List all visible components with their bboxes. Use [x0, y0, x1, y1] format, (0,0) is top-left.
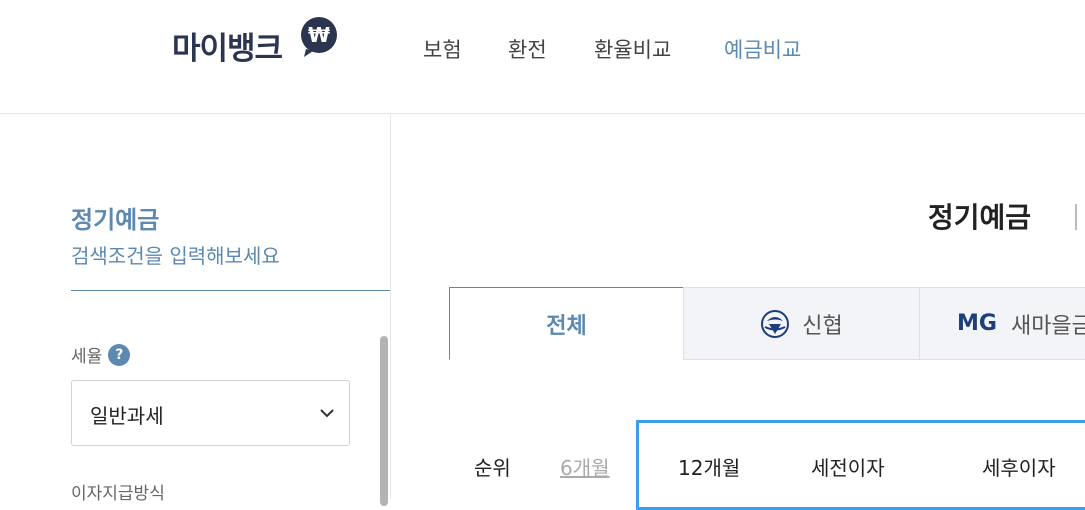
results-header: 순위 6개월 12개월 세전이자 세후이자 [0, 420, 1085, 510]
won-badge-icon: ₩ [301, 17, 337, 57]
bank-tabs: 전체 신협 MG 새마을금 [449, 287, 1085, 361]
top-header: 마이뱅크 ₩ 보험 환전 환율비교 예금비교 [0, 0, 1085, 114]
pre-tax-interest-header: 세전이자 [811, 456, 885, 480]
sidebar-divider [71, 290, 390, 291]
rank-header: 순위 [474, 456, 511, 480]
logo-text: 마이뱅크 [172, 30, 283, 67]
page-title: 정기예금 [928, 201, 1032, 234]
nav-exchange[interactable]: 환전 [508, 34, 547, 64]
mg-logo-icon: MG [957, 311, 997, 336]
help-icon[interactable]: ? [108, 343, 131, 366]
sidebar-subtitle: 검색조건을 입력해보세요 [71, 244, 280, 268]
tab-saemaeul-label: 새마을금 [1010, 313, 1085, 339]
tax-label: 세율 [71, 347, 103, 367]
period-12-month[interactable]: 12개월 [678, 452, 740, 481]
chevron-down-icon [320, 409, 334, 418]
tab-shinhyup[interactable]: 신협 [683, 287, 920, 360]
won-symbol: ₩ [308, 23, 330, 47]
post-tax-interest-header: 세후이자 [982, 456, 1056, 480]
mybank-logo[interactable]: 마이뱅크 ₩ [172, 17, 337, 70]
title-separator [1075, 204, 1077, 230]
tax-label-row: 세율 ? [71, 342, 131, 367]
tab-saemaeul[interactable]: MG 새마을금 [919, 287, 1085, 360]
tab-all-label: 전체 [546, 313, 587, 339]
sidebar-title: 정기예금 [71, 206, 160, 234]
nav-rate-compare[interactable]: 환율비교 [594, 34, 671, 64]
tab-all[interactable]: 전체 [449, 287, 684, 360]
period-6-month[interactable]: 6개월 [560, 452, 610, 481]
shinhyup-logo-icon [761, 309, 790, 338]
tab-shinhyup-label: 신협 [802, 313, 843, 339]
nav-insurance[interactable]: 보험 [423, 34, 462, 64]
nav-deposit-compare[interactable]: 예금비교 [724, 34, 801, 64]
